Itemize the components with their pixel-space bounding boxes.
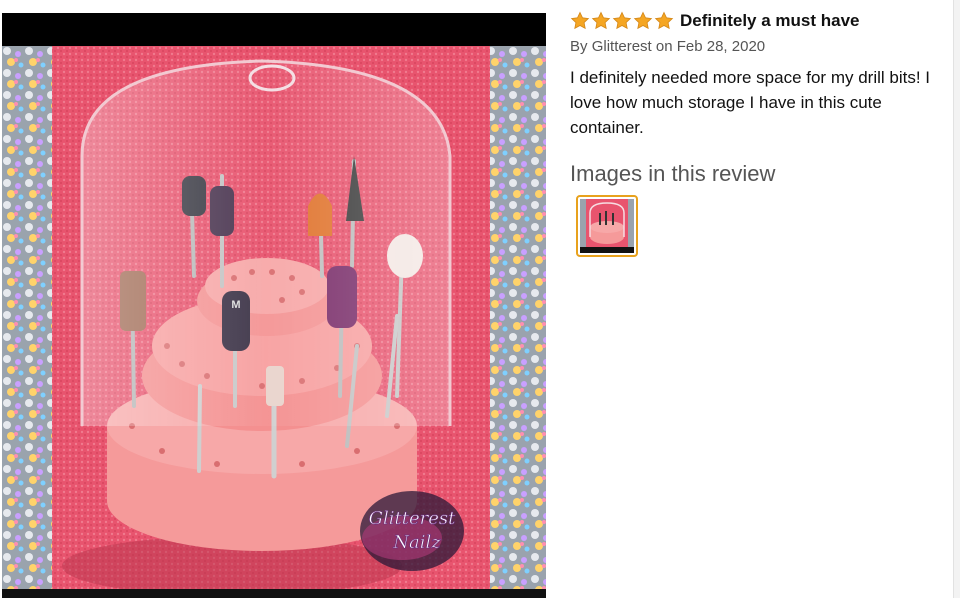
star-filled-icon [633, 11, 653, 30]
watermark-line-1: Glitterest [369, 508, 457, 529]
review-panel: Definitely a must have By Glitterest on … [570, 10, 950, 257]
review-image-thumbnail[interactable] [576, 195, 638, 257]
images-section-heading: Images in this review [570, 161, 776, 186]
review-header: Definitely a must have [570, 10, 950, 32]
star-filled-icon [612, 11, 632, 30]
review-date: on Feb 28, 2020 [655, 38, 766, 55]
review-title[interactable]: Definitely a must have [680, 11, 860, 31]
review-author[interactable]: Glitterest [592, 38, 652, 55]
viewer-bottom-bar [2, 589, 546, 598]
scrollbar-track[interactable] [953, 0, 960, 598]
star-filled-icon [591, 11, 611, 30]
review-body: I definitely needed more space for my dr… [570, 68, 930, 137]
star-filled-icon [654, 11, 674, 30]
star-rating [570, 11, 674, 31]
review-byline: By Glitterest on Feb 28, 2020 [570, 38, 950, 55]
star-filled-icon [570, 11, 590, 30]
review-photo[interactable]: M Glitterest Nailz [2, 46, 546, 598]
watermark-logo: Glitterest Nailz [360, 491, 464, 571]
watermark-line-2: Nailz [392, 532, 441, 553]
byline-prefix: By [570, 38, 588, 55]
review-image-viewer[interactable]: M Glitterest Nailz [2, 13, 546, 598]
